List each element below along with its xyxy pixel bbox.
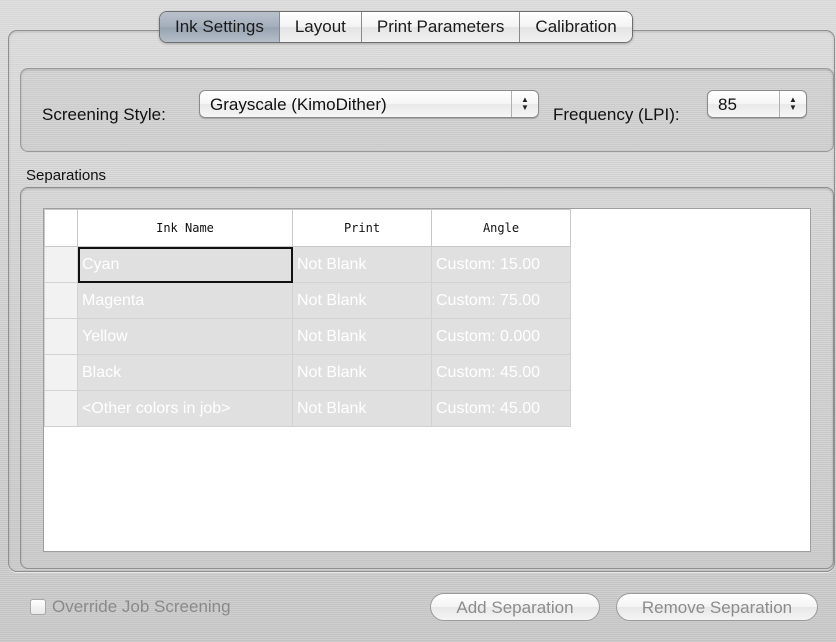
angle-cell[interactable]: Custom: 45.00	[431, 354, 571, 391]
row-header	[44, 282, 78, 319]
ink-name-cell[interactable]: Cyan	[77, 246, 293, 283]
tab-print-parameters[interactable]: Print Parameters	[361, 12, 521, 42]
override-job-screening-label: Override Job Screening	[52, 597, 231, 616]
tab-ink-settings[interactable]: Ink Settings	[160, 12, 280, 42]
screening-style-label: Screening Style:	[42, 105, 166, 124]
row-header	[44, 246, 78, 283]
override-job-screening-checkbox[interactable]	[30, 599, 46, 615]
print-cell[interactable]: Not Blank	[292, 390, 432, 427]
screening-style-popup[interactable]: Grayscale (KimoDither) ▲ ▼	[199, 90, 539, 118]
column-header-ink-name[interactable]: Ink Name	[77, 209, 293, 247]
tab-bar: Ink Settings Layout Print Parameters Cal…	[159, 11, 633, 43]
table-row[interactable]: Magenta Not Blank Custom: 75.00	[44, 282, 571, 319]
frequency-popup[interactable]: 85 ▲ ▼	[707, 90, 807, 118]
print-cell[interactable]: Not Blank	[292, 354, 432, 391]
ink-name-cell[interactable]: Magenta	[77, 282, 293, 319]
column-header-print[interactable]: Print	[292, 209, 432, 247]
frequency-label: Frequency (LPI):	[553, 105, 680, 124]
table-row[interactable]: <Other colors in job> Not Blank Custom: …	[44, 390, 571, 427]
ink-name-cell[interactable]: Yellow	[77, 318, 293, 355]
column-header-angle[interactable]: Angle	[431, 209, 571, 247]
override-job-screening-row[interactable]: Override Job Screening	[30, 597, 231, 617]
screening-style-value: Grayscale (KimoDither)	[210, 95, 387, 114]
angle-cell[interactable]: Custom: 75.00	[431, 282, 571, 319]
table-row[interactable]: Yellow Not Blank Custom: 0.000	[44, 318, 571, 355]
angle-cell[interactable]: Custom: 45.00	[431, 390, 571, 427]
popup-arrows-icon: ▲ ▼	[511, 91, 538, 117]
tab-calibration[interactable]: Calibration	[520, 12, 632, 42]
frequency-value: 85	[718, 95, 737, 114]
print-cell[interactable]: Not Blank	[292, 246, 432, 283]
popup-arrows-icon: ▲ ▼	[779, 91, 806, 117]
table-row[interactable]: Black Not Blank Custom: 45.00	[44, 354, 571, 391]
separations-table-area[interactable]: Ink Name Print Angle Cyan Not Blank Cust…	[43, 208, 811, 552]
table-row[interactable]: Cyan Not Blank Custom: 15.00	[44, 246, 571, 283]
angle-cell[interactable]: Custom: 15.00	[431, 246, 571, 283]
tab-layout[interactable]: Layout	[279, 12, 362, 42]
remove-separation-button[interactable]: Remove Separation	[616, 593, 818, 621]
add-separation-button[interactable]: Add Separation	[430, 593, 600, 621]
ink-name-cell[interactable]: Black	[77, 354, 293, 391]
print-cell[interactable]: Not Blank	[292, 318, 432, 355]
row-header	[44, 390, 78, 427]
print-cell[interactable]: Not Blank	[292, 282, 432, 319]
row-header	[44, 354, 78, 391]
angle-cell[interactable]: Custom: 0.000	[431, 318, 571, 355]
separations-table: Ink Name Print Angle Cyan Not Blank Cust…	[44, 209, 571, 427]
row-header-corner	[44, 209, 78, 247]
row-header	[44, 318, 78, 355]
separations-label: Separations	[26, 167, 107, 184]
ink-name-cell[interactable]: <Other colors in job>	[77, 390, 293, 427]
